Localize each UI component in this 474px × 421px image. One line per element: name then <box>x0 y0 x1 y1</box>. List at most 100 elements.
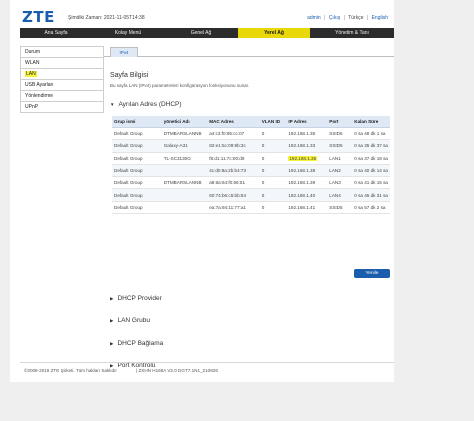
cell-port: SSID5 <box>327 201 353 215</box>
sidebar-item-label: WLAN <box>25 60 40 66</box>
col-ip: IP Adres <box>286 116 328 128</box>
cell-remaining: 0 sa 37 dk 18 sa <box>352 152 390 165</box>
sidebar-item-label: USB Ayarları <box>25 82 54 88</box>
table-row: Default Group 60:74:b6:c5:bb:84 0 192.16… <box>112 188 390 202</box>
sidebar-item-label: UPnP <box>25 104 39 110</box>
cell-port: LAN2 <box>327 164 353 178</box>
highlighted-ip: 192.168.1.35 <box>288 155 318 161</box>
cell-ip: 192.168.1.35 <box>286 152 328 165</box>
cell-mac: 82:e1:5c:09:9b:3c <box>207 139 260 153</box>
cell-vlan: 0 <box>259 139 287 153</box>
cell-ip: 192.168.1.33 <box>286 139 328 153</box>
copyright-text: ©2008-2019 ZTE Şirketi. Tüm hakları Sakl… <box>24 368 117 373</box>
zte-logo[interactable]: ZTE <box>22 8 55 26</box>
cell-port: LAN3 <box>327 176 353 190</box>
nav-lan[interactable]: Yerel Ağ <box>238 28 310 38</box>
cell-host <box>161 164 208 178</box>
sidebar-item-usb[interactable]: USB Ayarları <box>20 80 104 91</box>
lang-en-link[interactable]: English <box>372 15 388 21</box>
logout-link[interactable]: Çıkış <box>329 15 340 21</box>
col-vlan: VLAN ID <box>259 116 287 128</box>
table-row: Default Group DTMBARSLANNB a8:6a:64:f0:6… <box>112 176 390 190</box>
cell-group: Default Group <box>112 201 162 215</box>
cell-mac: 4c:d0:8a:2b:b4:73 <box>207 164 260 178</box>
cell-host <box>161 188 208 202</box>
cell-ip: 192.168.1.40 <box>286 188 328 202</box>
footer: ©2008-2019 ZTE Şirketi. Tüm hakları Sakl… <box>20 362 394 379</box>
cell-group: Default Group <box>112 164 162 178</box>
nav-wan[interactable]: Genel Ağ <box>164 28 238 38</box>
cell-host: DTMBARSLANNB <box>161 176 208 190</box>
sidebar-item-routing[interactable]: Yönlendirme <box>20 91 104 102</box>
section-dhcp-binding[interactable]: ▶ DHCP Bağlama <box>110 340 163 347</box>
nav-management[interactable]: Yönetim & Tanı <box>310 28 394 38</box>
cell-host: DTMBARSLANNB <box>161 127 208 141</box>
nav-easy-menu[interactable]: Kolay Menü <box>92 28 164 38</box>
sidebar-item-wlan[interactable]: WLAN <box>20 58 104 69</box>
section-dhcp-provider[interactable]: ▶ DHCP Provider <box>110 295 162 302</box>
separator: | <box>343 15 345 21</box>
sidebar-item-label: Durum <box>25 49 41 55</box>
tab-ipv4[interactable]: IPv4 <box>110 47 138 57</box>
lang-tr-link[interactable]: Türkçe <box>348 15 363 21</box>
router-page: ZTE Şimdiki Zaman: 2021-11-05T14:38 admi… <box>10 0 394 382</box>
cell-ip: 192.168.1.41 <box>286 201 328 215</box>
cell-host: TL-SC3130G <box>161 152 208 165</box>
tab-bar: IPv4 <box>104 46 394 57</box>
section-lan-group[interactable]: ▶ LAN Grubu <box>110 317 150 324</box>
triangle-right-icon: ▶ <box>110 318 114 323</box>
section-title: Ayrılan Adres (DHCP) <box>118 101 182 108</box>
sidebar-item-label: Yönlendirme <box>25 93 54 99</box>
cell-mac: ea:7a:94:11:77:a1 <box>207 201 260 215</box>
cell-vlan: 0 <box>259 152 287 165</box>
table-row: Default Group DTMBARSLANNB a4:c3:f0:95:c… <box>112 127 390 141</box>
cell-port: SSID5 <box>327 127 353 141</box>
cell-group: Default Group <box>112 152 162 165</box>
cell-remaining: 0 sa 48 dk 1 sa <box>352 127 390 141</box>
cell-group: Default Group <box>112 176 162 190</box>
col-mac: MAC Adres <box>207 116 260 128</box>
cell-mac: 60:74:b6:c5:bb:84 <box>207 188 260 202</box>
separator: | <box>366 15 369 21</box>
sidebar: Durum WLAN LAN USB Ayarları Yönlendirme … <box>20 46 104 113</box>
refresh-button[interactable]: Yenile <box>354 269 390 278</box>
section-title: DHCP Bağlama <box>117 340 164 347</box>
cell-port: LAN1 <box>327 152 353 165</box>
cell-mac: f8:d1:11:7c:00:d9 <box>207 152 260 165</box>
col-remaining: Kalan Süre <box>352 116 390 128</box>
cell-group: Default Group <box>112 139 162 153</box>
table-row: Default Group Galaxy-A31 82:e1:5c:09:9b:… <box>112 139 390 153</box>
cell-ip: 192.168.1.38 <box>286 164 328 178</box>
cell-port: SSID5 <box>327 139 353 153</box>
cell-host: Galaxy-A31 <box>161 139 208 153</box>
cell-ip: 192.168.1.39 <box>286 176 328 190</box>
sidebar-item-status[interactable]: Durum <box>20 46 104 58</box>
cell-group: Default Group <box>112 127 162 141</box>
dhcp-table: Grup ismi yönetici Adı MAC Adres VLAN ID… <box>112 116 390 215</box>
current-time: Şimdiki Zaman: 2021-11-05T14:38 <box>68 15 145 21</box>
sidebar-item-lan[interactable]: LAN <box>20 69 104 80</box>
triangle-right-icon: ▶ <box>110 341 114 346</box>
section-title: LAN Grubu <box>117 317 150 324</box>
sidebar-item-upnp[interactable]: UPnP <box>20 102 104 113</box>
cell-remaining: 0 sa 35 dk 37 sa <box>352 139 390 153</box>
cell-remaining: 0 sa 41 dk 15 sa <box>352 176 390 190</box>
table-row: Default Group ea:7a:94:11:77:a1 0 192.16… <box>112 201 390 215</box>
triangle-down-icon: ▼ <box>110 102 115 107</box>
separator: | <box>324 15 326 21</box>
cell-mac: a4:c3:f0:95:cc:07 <box>207 127 260 141</box>
nav-home[interactable]: Ana Sayfa <box>20 28 92 38</box>
admin-link[interactable]: admin <box>307 15 321 21</box>
cell-vlan: 0 <box>259 176 287 190</box>
page-description: Bu sayfa LAN (IPv4) parametreleri konfig… <box>110 83 250 88</box>
model-version-text: | ZXHN H168A V2.0 DGT7.1N1_210826 <box>136 368 218 373</box>
cell-vlan: 0 <box>259 127 287 141</box>
cell-host <box>161 201 208 215</box>
col-host: yönetici Adı <box>161 116 208 128</box>
cell-mac: a8:6a:64:f0:66:51 <box>207 176 260 190</box>
cell-group: Default Group <box>112 188 162 202</box>
table-header-row: Grup ismi yönetici Adı MAC Adres VLAN ID… <box>112 116 390 128</box>
section-dhcp-leases[interactable]: ▼ Ayrılan Adres (DHCP) <box>110 101 182 108</box>
cell-ip: 192.168.1.36 <box>286 127 328 141</box>
cell-vlan: 0 <box>259 188 287 202</box>
